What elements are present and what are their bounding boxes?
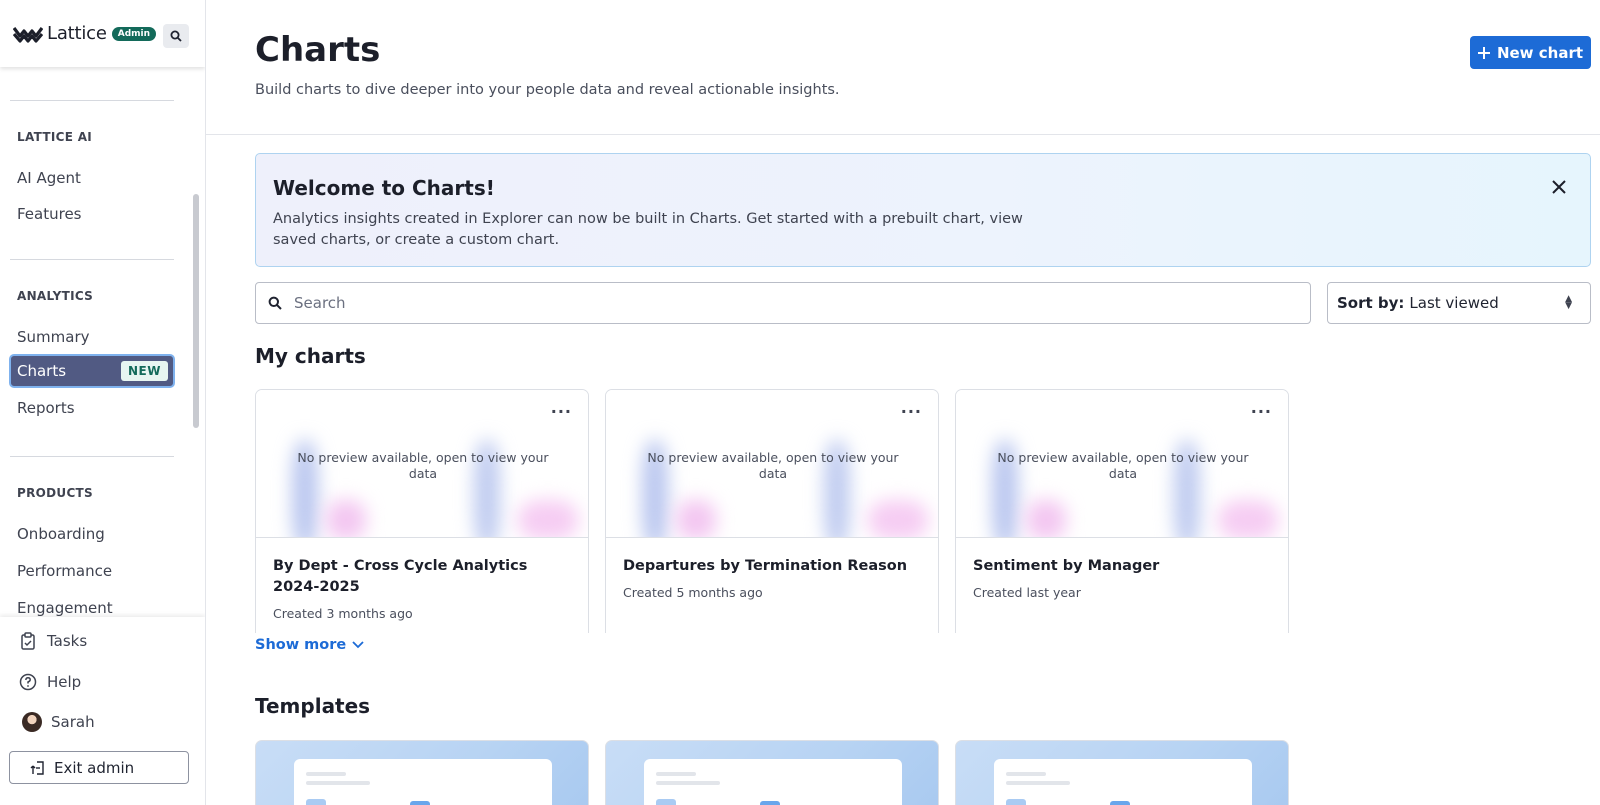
templates-heading: Templates [255, 694, 371, 718]
sidebar-divider [10, 259, 174, 260]
template-preview [644, 759, 902, 805]
no-preview-text: No preview available, open to view your … [997, 450, 1249, 481]
section-label-products: PRODUCTS [17, 486, 93, 500]
chart-card[interactable]: ··· No preview available, open to view y… [955, 389, 1289, 633]
welcome-title: Welcome to Charts! [273, 176, 495, 200]
sidebar-scrollbar[interactable] [193, 194, 199, 428]
help-label: Help [47, 673, 82, 691]
chart-card[interactable]: ··· No preview available, open to view y… [605, 389, 939, 633]
exit-icon [30, 760, 44, 775]
more-options-icon[interactable]: ··· [551, 402, 572, 421]
search-icon [170, 30, 182, 42]
welcome-banner: Welcome to Charts! Analytics insights cr… [255, 153, 1591, 267]
sidebar-item-engagement[interactable]: Engagement [9, 591, 175, 617]
sidebar-header: Lattice Admin [0, 0, 205, 67]
show-more-label: Show more [255, 637, 347, 653]
no-preview-text: No preview available, open to view your … [647, 450, 899, 481]
template-card[interactable] [955, 740, 1289, 805]
template-preview [294, 759, 552, 805]
sidebar-item-performance[interactable]: Performance [9, 554, 175, 588]
help-icon [18, 672, 38, 692]
search-icon [268, 296, 282, 310]
close-icon[interactable] [1550, 178, 1568, 196]
sidebar-item-features[interactable]: Features [9, 197, 175, 231]
my-charts-heading: My charts [255, 344, 366, 368]
chart-card-date: Created last year [973, 585, 1081, 600]
sidebar-footer: Tasks Help Sarah Exit admin [0, 617, 205, 805]
search-field[interactable] [255, 282, 1311, 324]
search-input[interactable] [294, 294, 1254, 312]
more-options-icon[interactable]: ··· [901, 402, 922, 421]
no-preview-text: No preview available, open to view your … [297, 450, 549, 481]
user-name: Sarah [51, 713, 95, 731]
chart-card-date: Created 5 months ago [623, 585, 763, 600]
chart-card-title: Departures by Termination Reason [623, 558, 908, 574]
sidebar-search-button[interactable] [163, 24, 189, 48]
sidebar-item-summary[interactable]: Summary [9, 320, 175, 354]
admin-badge: Admin [111, 26, 157, 41]
chart-card[interactable]: ··· No preview available, open to view y… [255, 389, 589, 633]
template-preview [994, 759, 1252, 805]
show-more-button[interactable]: Show more [255, 637, 364, 653]
sort-label: Sort by: [1337, 294, 1405, 312]
exit-admin-button[interactable]: Exit admin [9, 751, 189, 784]
sidebar-item-tasks[interactable]: Tasks [18, 631, 87, 651]
main-content: Charts Build charts to dive deeper into … [206, 0, 1600, 805]
new-chart-button[interactable]: New chart [1470, 36, 1591, 69]
chevron-down-icon [352, 641, 364, 649]
header-divider [206, 134, 1600, 135]
lattice-logo-icon [13, 26, 43, 43]
section-label-lattice-ai: LATTICE AI [17, 130, 93, 144]
sidebar-nav: LATTICE AI AI Agent Features ANALYTICS S… [0, 67, 205, 617]
chart-card-title: Sentiment by Manager [973, 558, 1160, 574]
chart-card-date: Created 3 months ago [273, 606, 413, 621]
sidebar-item-user[interactable]: Sarah [22, 712, 95, 732]
page-title: Charts [255, 30, 381, 70]
welcome-body: Analytics insights created in Explorer c… [273, 211, 1023, 248]
new-badge: NEW [121, 361, 168, 381]
sort-value: Last viewed [1409, 294, 1499, 312]
template-card[interactable] [605, 740, 939, 805]
clipboard-icon [18, 631, 38, 651]
exit-admin-label: Exit admin [54, 758, 135, 777]
chart-preview: ··· No preview available, open to view y… [956, 390, 1288, 538]
section-label-analytics: ANALYTICS [17, 289, 94, 303]
more-options-icon[interactable]: ··· [1251, 402, 1272, 421]
template-card[interactable] [255, 740, 589, 805]
sidebar-item-charts[interactable]: Charts NEW [9, 354, 175, 388]
sidebar-item-ai-agent[interactable]: AI Agent [9, 161, 175, 195]
sort-select[interactable]: Sort by: Last viewed ▲ ▼ [1327, 282, 1591, 324]
avatar [22, 712, 42, 732]
sidebar: Lattice Admin LATTICE AI AI Agent Featur… [0, 0, 206, 805]
sidebar-item-label: Charts [17, 362, 67, 380]
plus-icon [1477, 46, 1490, 59]
sidebar-divider [10, 456, 174, 457]
sidebar-divider [10, 100, 174, 101]
my-charts-grid: ··· No preview available, open to view y… [255, 389, 1355, 633]
sort-caret-icon: ▲ ▼ [1565, 294, 1572, 311]
new-chart-label: New chart [1496, 43, 1584, 62]
chart-preview: ··· No preview available, open to view y… [606, 390, 938, 538]
brand-name[interactable]: Lattice [47, 23, 107, 44]
chart-card-title: By Dept - Cross Cycle Analytics 2024-202… [273, 558, 528, 595]
sidebar-item-help[interactable]: Help [18, 672, 81, 692]
sidebar-item-onboarding[interactable]: Onboarding [9, 517, 175, 551]
sidebar-item-reports[interactable]: Reports [9, 391, 175, 425]
tasks-label: Tasks [47, 632, 88, 650]
page-subtitle: Build charts to dive deeper into your pe… [255, 82, 840, 98]
chart-preview: ··· No preview available, open to view y… [256, 390, 588, 538]
